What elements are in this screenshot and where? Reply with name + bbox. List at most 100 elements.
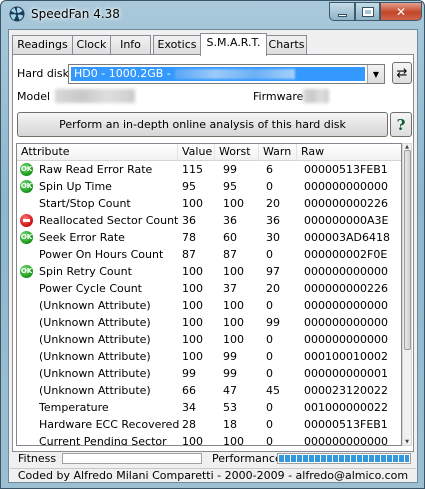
- client-area: Readings Clock Info Exotics S.M.A.R.T. C…: [8, 29, 418, 483]
- table-row[interactable]: Reallocated Sector Count 36 36 36 000000000A…: [17, 212, 401, 229]
- cell-attribute: (Unknown Attribute): [39, 350, 151, 363]
- cell-value: 100: [182, 282, 203, 295]
- firmware-value-redacted: [303, 89, 329, 103]
- table-row[interactable]: Power Cycle Count 100 37 20 000000000226: [17, 280, 401, 297]
- tab-exotics[interactable]: Exotics: [153, 35, 201, 55]
- table-row[interactable]: (Unknown Attribute) 100 100 0 000000000000: [17, 297, 401, 314]
- table-row[interactable]: (Unknown Attribute) 100 100 99 000000000000: [17, 314, 401, 331]
- cell-value: 95: [182, 180, 196, 193]
- performance-bar: [277, 453, 411, 464]
- credits-footer: Coded by Alfredo Milani Comparetti - 200…: [10, 468, 416, 482]
- close-button[interactable]: ✕: [380, 2, 422, 21]
- tab-clock[interactable]: Clock: [72, 35, 111, 55]
- chevron-down-icon[interactable]: ▼: [367, 65, 384, 83]
- cell-attribute: Start/Stop Count: [39, 197, 131, 210]
- cell-warn: 99: [266, 316, 280, 329]
- table-row[interactable]: OK Spin Retry Count 100 100 97 000000000000: [17, 263, 401, 280]
- table-row[interactable]: OK Seek Error Rate 78 60 30 000003AD6418: [17, 229, 401, 246]
- performance-label: Performance: [212, 452, 282, 465]
- table-row[interactable]: (Unknown Attribute) 100 99 0 000100010002: [17, 348, 401, 365]
- hard-disk-select[interactable]: HD0 - 1000.2GB - ▼: [68, 64, 385, 84]
- table-row[interactable]: Start/Stop Count 100 100 20 000000000226: [17, 195, 401, 212]
- table-row[interactable]: Power On Hours Count 87 87 0 000000002F0E: [17, 246, 401, 263]
- cell-warn: 20: [266, 197, 280, 210]
- cell-warn: 0: [266, 418, 273, 431]
- cell-raw: 001000000022: [304, 401, 388, 414]
- speedfan-app-icon: [9, 6, 25, 22]
- cell-raw: 000000000000: [304, 435, 388, 446]
- status-ok-icon: OK: [20, 163, 33, 176]
- cell-worst: 99: [223, 367, 237, 380]
- column-header-worst[interactable]: Worst: [215, 144, 259, 161]
- status-bars: Fitness Performance: [12, 450, 414, 466]
- cell-value: 87: [182, 248, 196, 261]
- minimize-button[interactable]: [329, 2, 355, 21]
- cell-warn: 0: [266, 180, 273, 193]
- cell-warn: 45: [266, 384, 280, 397]
- online-analysis-button[interactable]: Perform an in-depth online analysis of t…: [17, 112, 388, 137]
- table-row[interactable]: Temperature 34 53 0 001000000022: [17, 399, 401, 416]
- column-header-attribute[interactable]: Attribute: [17, 144, 178, 161]
- tab-info[interactable]: Info: [110, 35, 151, 55]
- table-scrollbar[interactable]: ▲ ▼: [402, 143, 412, 446]
- status-ok-icon: OK: [20, 265, 33, 278]
- cell-value: 100: [182, 265, 203, 278]
- cell-worst: 100: [223, 265, 244, 278]
- column-header-value[interactable]: Value: [178, 144, 215, 161]
- cell-value: 66: [182, 384, 196, 397]
- cell-value: 100: [182, 350, 203, 363]
- cell-raw: 000000000226: [304, 197, 388, 210]
- table-row[interactable]: OK Spin Up Time 95 95 0 000000000000: [17, 178, 401, 195]
- table-row[interactable]: Hardware ECC Recovered 28 18 0 00000513FEB1: [17, 416, 401, 433]
- cell-worst: 100: [223, 299, 244, 312]
- cell-warn: 20: [266, 282, 280, 295]
- cell-raw: 000000000000: [304, 180, 388, 193]
- table-row[interactable]: Current Pending Sector 100 100 0 00000000000…: [17, 433, 401, 446]
- cell-raw: 000000000000: [304, 299, 388, 312]
- performance-fill: [279, 455, 409, 462]
- redacted-serial: [174, 69, 295, 79]
- cell-attribute: Power Cycle Count: [39, 282, 142, 295]
- cell-attribute: Current Pending Sector: [39, 435, 167, 446]
- cell-value: 100: [182, 435, 203, 446]
- cell-value: 115: [182, 163, 203, 176]
- help-button[interactable]: ?: [390, 112, 412, 137]
- fitness-bar: [62, 453, 202, 464]
- cell-attribute: Hardware ECC Recovered: [39, 418, 180, 431]
- title-bar[interactable]: SpeedFan 4.38 ✕: [1, 1, 424, 27]
- column-header-warn[interactable]: Warn: [259, 144, 297, 161]
- cell-warn: 30: [266, 231, 280, 244]
- scrollbar-thumb[interactable]: [404, 150, 411, 350]
- maximize-button[interactable]: [355, 2, 380, 21]
- cell-attribute: Seek Error Rate: [39, 231, 125, 244]
- cell-warn: 0: [266, 367, 273, 380]
- cell-warn: 36: [266, 214, 280, 227]
- column-header-raw[interactable]: Raw: [297, 144, 401, 161]
- cell-raw: 000000002F0E: [304, 248, 388, 261]
- cell-warn: 0: [266, 299, 273, 312]
- tab-smart[interactable]: S.M.A.R.T.: [200, 33, 267, 56]
- cell-worst: 53: [223, 401, 237, 414]
- cell-value: 100: [182, 197, 203, 210]
- cell-warn: 6: [266, 163, 273, 176]
- status-ok-icon: OK: [20, 231, 33, 244]
- table-row[interactable]: OK Raw Read Error Rate 115 99 6 00000513FEB1: [17, 161, 401, 178]
- table-row[interactable]: (Unknown Attribute) 99 99 0 000000000001: [17, 365, 401, 382]
- tab-readings[interactable]: Readings: [12, 35, 73, 55]
- cell-warn: 0: [266, 350, 273, 363]
- cell-raw: 000100010002: [304, 350, 388, 363]
- cell-value: 78: [182, 231, 196, 244]
- smart-attributes-table[interactable]: Attribute Value Worst Warn Raw OK Raw Rea…: [16, 143, 402, 446]
- close-icon: ✕: [395, 4, 407, 19]
- table-row[interactable]: (Unknown Attribute) 100 100 0 000000000000: [17, 331, 401, 348]
- tab-charts[interactable]: Charts: [266, 35, 307, 55]
- cell-attribute: (Unknown Attribute): [39, 333, 151, 346]
- refresh-button[interactable]: ⇄: [392, 62, 412, 84]
- cell-attribute: (Unknown Attribute): [39, 299, 151, 312]
- scroll-down-icon[interactable]: ▼: [403, 439, 411, 445]
- cell-attribute: Raw Read Error Rate: [39, 163, 153, 176]
- table-row[interactable]: (Unknown Attribute) 66 47 45 000023120022: [17, 382, 401, 399]
- hard-disk-value: HD0 - 1000.2GB -: [74, 67, 171, 80]
- cell-attribute: (Unknown Attribute): [39, 316, 151, 329]
- model-value-redacted: [55, 89, 135, 103]
